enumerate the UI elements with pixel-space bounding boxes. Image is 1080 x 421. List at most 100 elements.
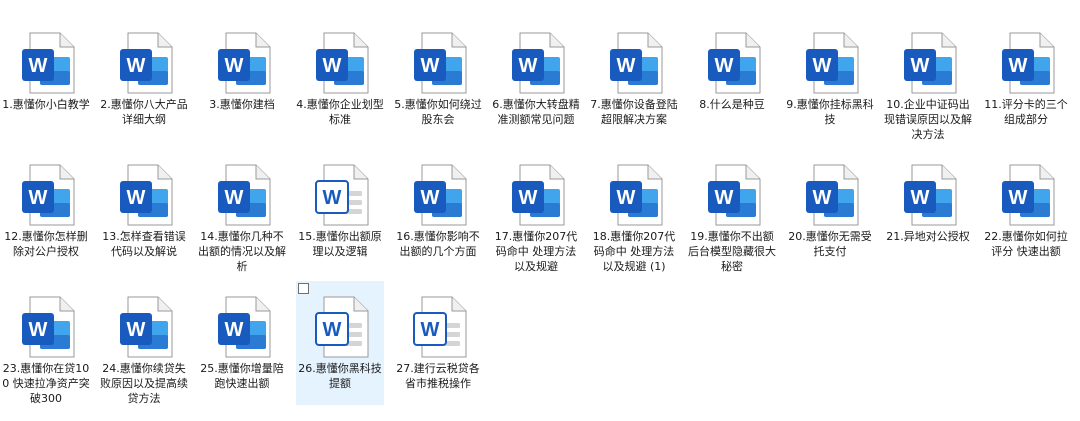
svg-text:W: W	[715, 187, 734, 209]
file-name-label: 8.什么是种豆	[699, 98, 765, 111]
file-item[interactable]: W 6.惠懂你大转盘精准测额常见问题	[492, 17, 580, 141]
file-item[interactable]: W 27.建行云税贷各省市推税操作	[394, 281, 482, 405]
file-item[interactable]: W 21.异地对公授权	[884, 149, 972, 273]
svg-text:W: W	[421, 55, 440, 77]
word-document-icon: W	[12, 159, 84, 231]
file-item[interactable]: W 26.惠懂你黑科技提额	[296, 281, 384, 405]
file-name-label: 1.惠懂你小白教学	[2, 98, 90, 111]
word-document-icon: W	[110, 27, 182, 99]
file-name-label: 7.惠懂你设备登陆超限解决方案	[590, 98, 678, 126]
file-item[interactable]: W 8.什么是种豆	[688, 17, 776, 141]
file-name-label: 21.异地对公授权	[886, 230, 970, 243]
file-name-label: 6.惠懂你大转盘精准测额常见问题	[492, 98, 580, 126]
file-name-label: 19.惠懂你不出额后台模型隐藏很大秘密	[688, 230, 776, 273]
svg-text:W: W	[813, 55, 832, 77]
word-document-icon: W	[796, 159, 868, 231]
svg-text:W: W	[1009, 187, 1028, 209]
file-item[interactable]: W 25.惠懂你增量陪跑快速出额	[198, 281, 286, 405]
word-document-icon: W	[698, 27, 770, 99]
svg-text:W: W	[519, 55, 538, 77]
word-document-icon: W	[208, 27, 280, 99]
file-item[interactable]: W 22.惠懂你如何拉评分 快速出额	[982, 149, 1070, 273]
file-grid: W 1.惠懂你小白教学 W 2.惠懂你八大产品详细大纲 W 3.惠懂你建档 W …	[0, 0, 1080, 421]
file-item[interactable]: W 10.企业中证码出现错误原因以及解决方法	[884, 17, 972, 141]
svg-text:W: W	[421, 319, 440, 341]
file-name-label: 11.评分卡的三个组成部分	[984, 98, 1068, 126]
file-item[interactable]: W 23.惠懂你在贷100 快速拉净资产突破300	[2, 281, 90, 405]
word-document-icon: W	[306, 291, 378, 363]
file-name-label: 13.怎样查看错误代码以及解说	[102, 230, 186, 258]
file-item[interactable]: W 9.惠懂你挂标黑科技	[786, 17, 874, 141]
word-document-icon: W	[12, 291, 84, 363]
file-name-label: 16.惠懂你影响不出额的几个方面	[396, 230, 480, 258]
file-item[interactable]: W 19.惠懂你不出额后台模型隐藏很大秘密	[688, 149, 776, 273]
file-item[interactable]: W 2.惠懂你八大产品详细大纲	[100, 17, 188, 141]
file-item[interactable]: W 7.惠懂你设备登陆超限解决方案	[590, 17, 678, 141]
word-document-icon: W	[208, 159, 280, 231]
file-item[interactable]: W 17.惠懂你207代码命中 处理方法以及规避	[492, 149, 580, 273]
word-document-icon: W	[404, 159, 476, 231]
svg-text:W: W	[323, 55, 342, 77]
svg-text:W: W	[911, 187, 930, 209]
file-name-label: 5.惠懂你如何绕过股东会	[394, 98, 482, 126]
word-document-icon: W	[306, 159, 378, 231]
file-item[interactable]: W 16.惠懂你影响不出额的几个方面	[394, 149, 482, 273]
file-name-label: 15.惠懂你出额原理以及逻辑	[298, 230, 382, 258]
word-document-icon: W	[110, 291, 182, 363]
word-document-icon: W	[404, 27, 476, 99]
file-item[interactable]: W 3.惠懂你建档	[198, 17, 286, 141]
word-document-icon: W	[992, 159, 1064, 231]
svg-text:W: W	[127, 187, 146, 209]
file-name-label: 2.惠懂你八大产品详细大纲	[100, 98, 188, 126]
file-name-label: 12.惠懂你怎样删除对公户授权	[4, 230, 88, 258]
word-document-icon: W	[796, 27, 868, 99]
file-item[interactable]: W 14.惠懂你几种不出额的情况以及解析	[198, 149, 286, 273]
svg-text:W: W	[519, 187, 538, 209]
word-document-icon: W	[600, 27, 672, 99]
word-document-icon: W	[110, 159, 182, 231]
svg-text:W: W	[127, 319, 146, 341]
file-name-label: 17.惠懂你207代码命中 处理方法以及规避	[494, 230, 578, 273]
svg-text:W: W	[1009, 55, 1028, 77]
svg-text:W: W	[715, 55, 734, 77]
file-name-label: 10.企业中证码出现错误原因以及解决方法	[884, 98, 972, 141]
word-document-icon: W	[992, 27, 1064, 99]
svg-text:W: W	[813, 187, 832, 209]
svg-text:W: W	[225, 187, 244, 209]
svg-text:W: W	[323, 319, 342, 341]
svg-text:W: W	[225, 55, 244, 77]
file-item[interactable]: W 15.惠懂你出额原理以及逻辑	[296, 149, 384, 273]
file-name-label: 14.惠懂你几种不出额的情况以及解析	[198, 230, 286, 273]
file-item[interactable]: W 20.惠懂你无需受托支付	[786, 149, 874, 273]
file-item[interactable]: W 24.惠懂你续贷失败原因以及提高续贷方法	[100, 281, 188, 405]
file-name-label: 24.惠懂你续贷失败原因以及提高续贷方法	[100, 362, 188, 405]
svg-text:W: W	[225, 319, 244, 341]
file-name-label: 27.建行云税贷各省市推税操作	[396, 362, 480, 390]
file-name-label: 23.惠懂你在贷100 快速拉净资产突破300	[2, 362, 90, 405]
file-item[interactable]: W 11.评分卡的三个组成部分	[982, 17, 1070, 141]
file-name-label: 26.惠懂你黑科技提额	[298, 362, 382, 390]
svg-text:W: W	[421, 187, 440, 209]
file-name-label: 20.惠懂你无需受托支付	[788, 230, 872, 258]
word-document-icon: W	[894, 159, 966, 231]
svg-text:W: W	[127, 55, 146, 77]
word-document-icon: W	[12, 27, 84, 99]
file-name-label: 18.惠懂你207代码命中 处理方法以及规避 (1)	[592, 230, 676, 273]
svg-text:W: W	[29, 319, 48, 341]
file-item[interactable]: W 4.惠懂你企业划型标准	[296, 17, 384, 141]
word-document-icon: W	[894, 27, 966, 99]
file-name-label: 9.惠懂你挂标黑科技	[786, 98, 874, 126]
file-item[interactable]: W 1.惠懂你小白教学	[2, 17, 90, 141]
svg-text:W: W	[617, 187, 636, 209]
word-document-icon: W	[306, 27, 378, 99]
file-name-label: 3.惠懂你建档	[209, 98, 275, 111]
file-item[interactable]: W 18.惠懂你207代码命中 处理方法以及规避 (1)	[590, 149, 678, 273]
svg-text:W: W	[911, 55, 930, 77]
word-document-icon: W	[502, 159, 574, 231]
word-document-icon: W	[698, 159, 770, 231]
word-document-icon: W	[502, 27, 574, 99]
file-item[interactable]: W 5.惠懂你如何绕过股东会	[394, 17, 482, 141]
file-item[interactable]: W 13.怎样查看错误代码以及解说	[100, 149, 188, 273]
svg-text:W: W	[29, 55, 48, 77]
file-item[interactable]: W 12.惠懂你怎样删除对公户授权	[2, 149, 90, 273]
